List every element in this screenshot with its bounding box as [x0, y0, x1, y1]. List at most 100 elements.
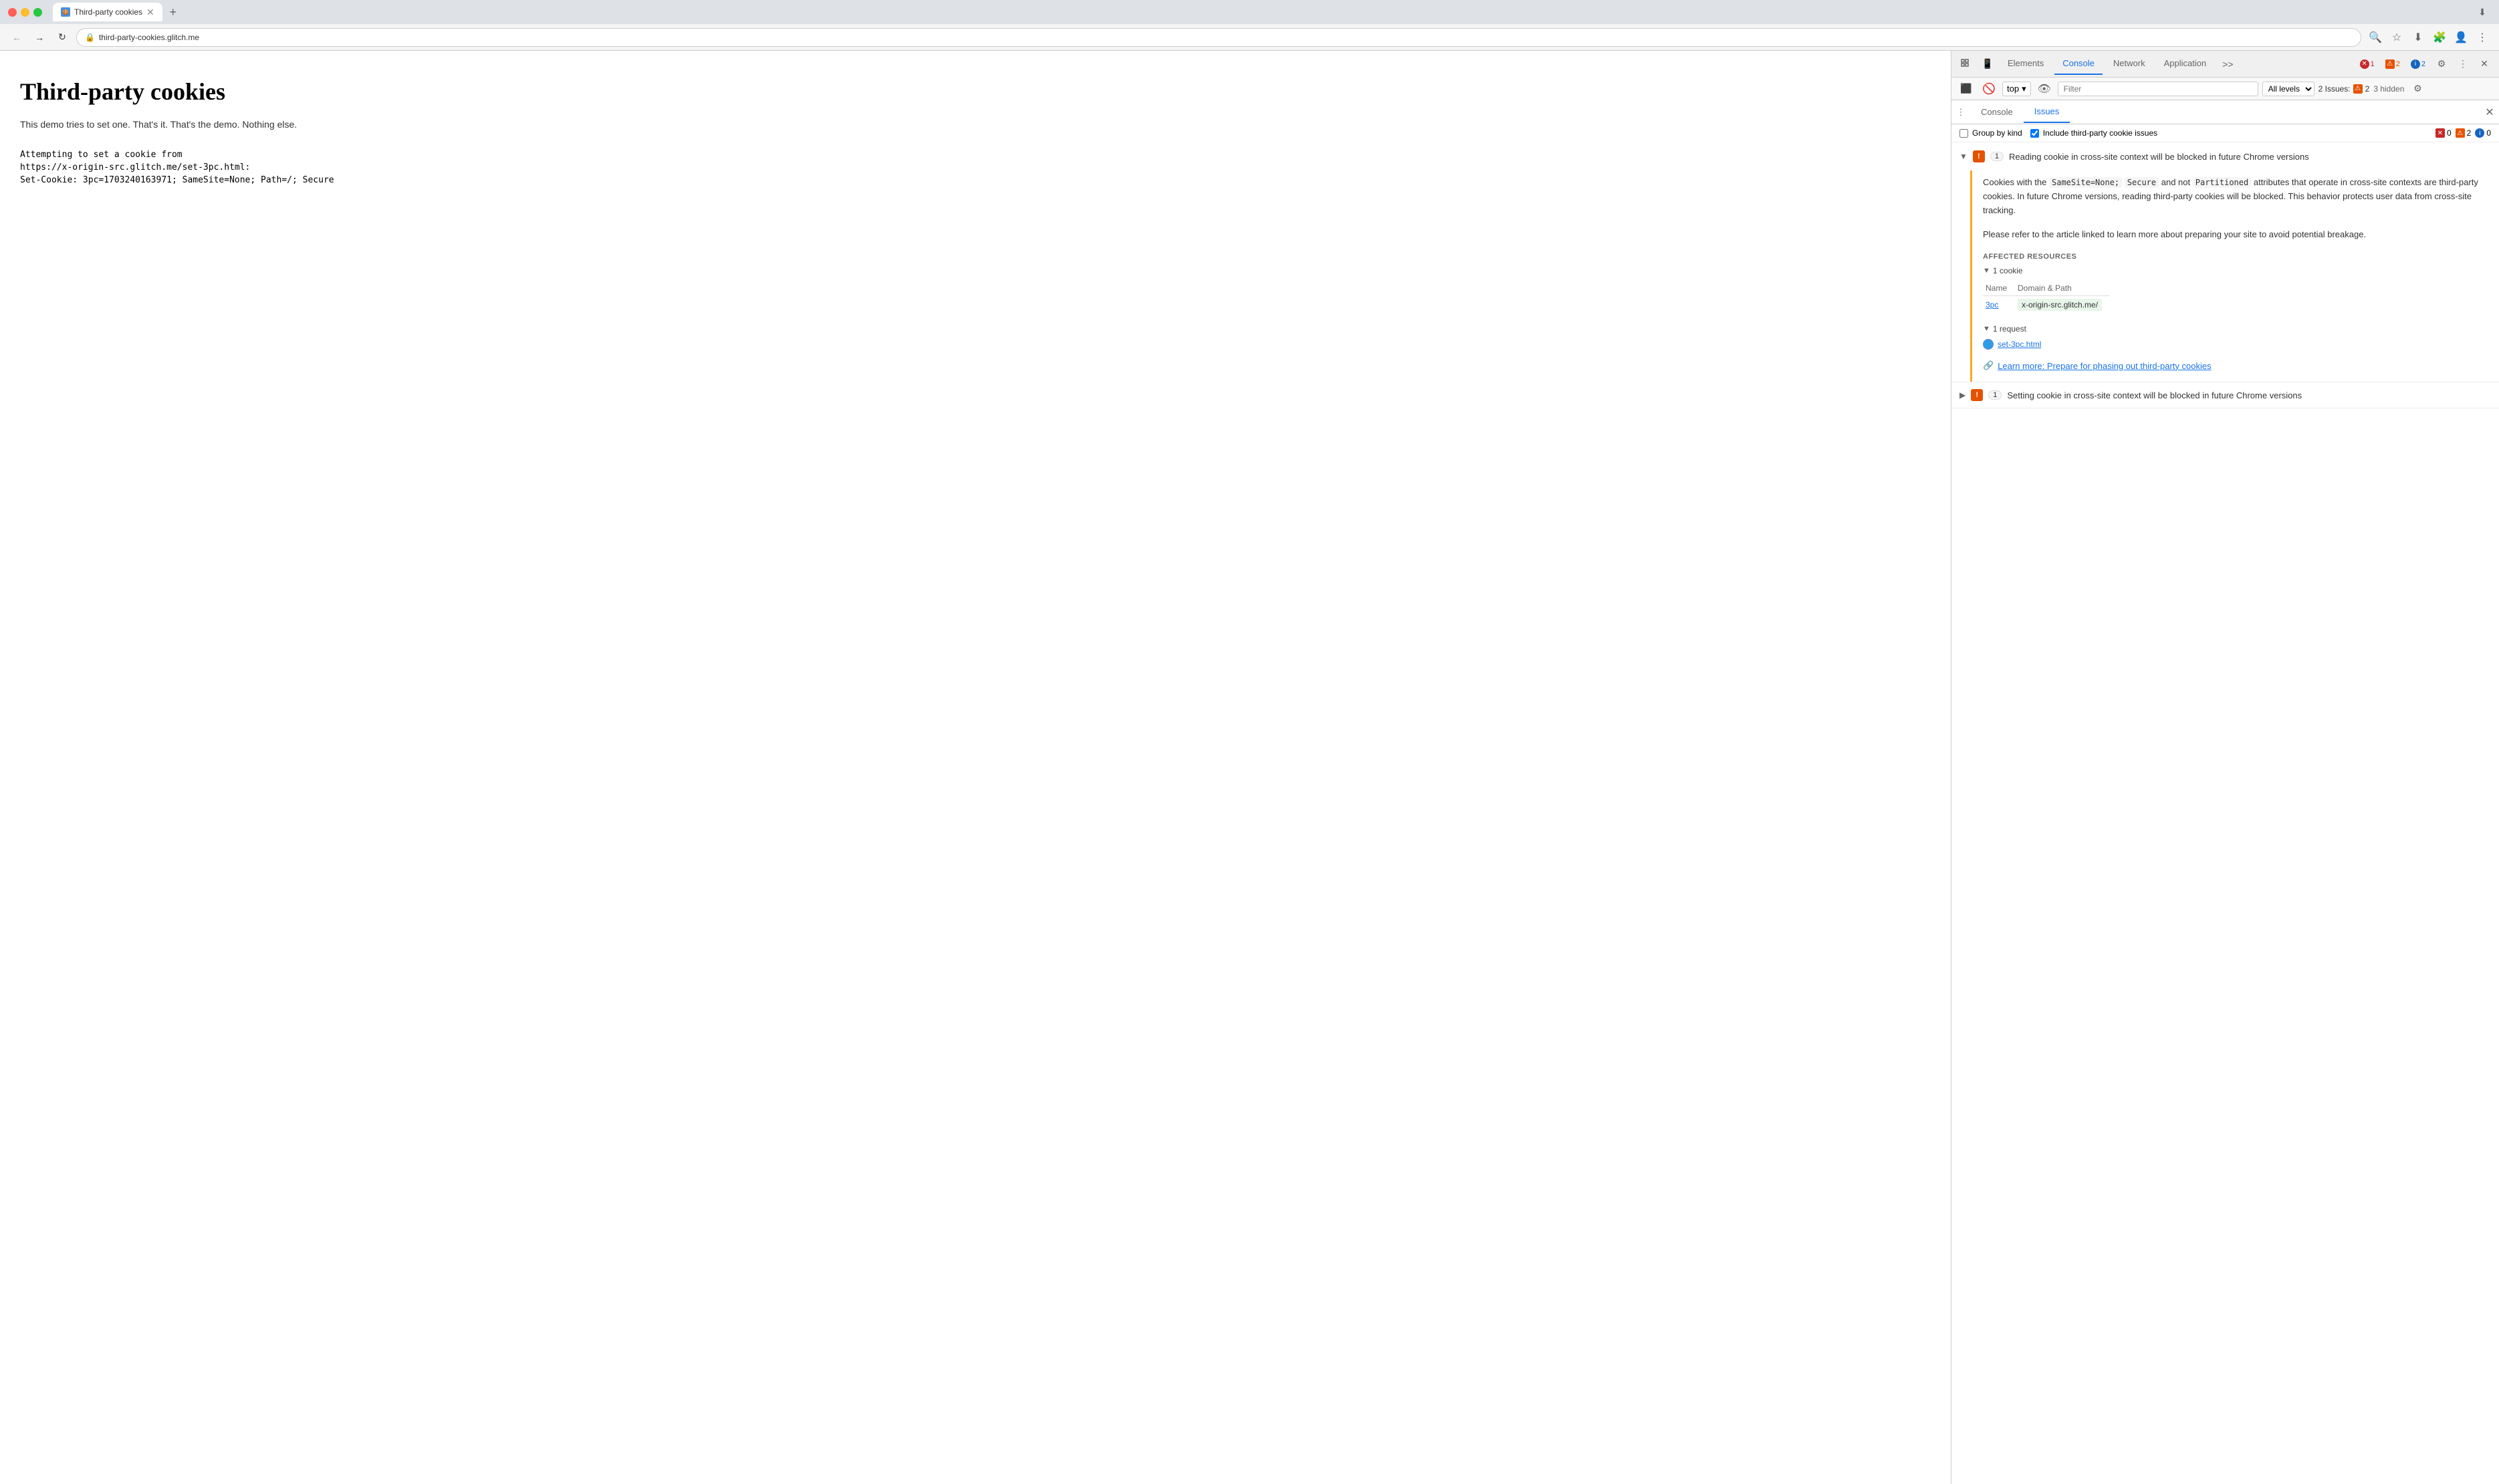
cookie-group-header[interactable]: ▼ 1 cookie	[1983, 266, 2488, 275]
include-third-party-input[interactable]	[2030, 129, 2039, 138]
cookie-table: Name Domain & Path 3pc x-origin-src.glit…	[1983, 281, 2110, 314]
tab-bar: 🍪 Third-party cookies ✕ +	[53, 3, 2468, 21]
cookie-info-line1: Attempting to set a cookie from	[20, 150, 1931, 160]
issue-header-2[interactable]: ▶ ! 1 Setting cookie in cross-site conte…	[1951, 382, 2499, 408]
devtools-panel: 📱 Elements Console Network Application >…	[1951, 51, 2499, 1484]
group-by-kind-checkbox[interactable]: Group by kind	[1959, 128, 2022, 138]
error-icon: ✕	[2360, 59, 2369, 69]
mini-info-count: i 0	[2475, 128, 2491, 138]
learn-more-link[interactable]: Learn more: Prepare for phasing out thir…	[1998, 361, 2211, 371]
maximize-button[interactable]	[33, 8, 42, 17]
request-link[interactable]: set-3pc.html	[1998, 340, 2041, 349]
request-item-1: 🌐 set-3pc.html	[1983, 339, 2488, 350]
reload-button[interactable]: ↻	[53, 29, 71, 46]
mini-info-icon: i	[2475, 128, 2484, 138]
issue-chevron-1[interactable]: ▼	[1959, 152, 1968, 161]
profile-button[interactable]: 👤	[2452, 29, 2470, 46]
issues-warning-icon: ⚠	[2353, 84, 2363, 94]
new-tab-button[interactable]: +	[165, 4, 181, 20]
menu-button[interactable]: ⋮	[2474, 29, 2491, 46]
tab-console[interactable]: Console	[1970, 102, 2024, 122]
issue-chevron-2[interactable]: ▶	[1959, 390, 1966, 400]
context-label: top	[2007, 84, 2019, 94]
group-by-kind-label: Group by kind	[1972, 128, 2022, 138]
cookie-name-link[interactable]: 3pc	[1986, 300, 1998, 310]
learn-more: 🔗 Learn more: Prepare for phasing out th…	[1983, 360, 2488, 371]
download-button[interactable]: ⬇	[2409, 29, 2427, 46]
issue-warning-icon-2: !	[1971, 389, 1983, 401]
back-button[interactable]: ←	[8, 29, 25, 46]
tab-issues[interactable]: Issues	[2024, 101, 2070, 123]
address-bar[interactable]: 🔒 third-party-cookies.glitch.me	[76, 28, 2361, 47]
tab-close-button[interactable]: ✕	[146, 7, 154, 18]
affected-resources-label: AFFECTED RESOURCES	[1983, 253, 2488, 261]
context-dropdown[interactable]: top ▾	[2002, 82, 2031, 96]
browser-tab[interactable]: 🍪 Third-party cookies ✕	[53, 3, 162, 21]
issue-description-1b: Please refer to the article linked to le…	[1983, 228, 2488, 242]
mini-error-num: 0	[2447, 128, 2452, 138]
request-resource-group: ▼ 1 request 🌐 set-3pc.html	[1983, 324, 2488, 350]
warning-icon: ⚠	[2385, 59, 2395, 69]
level-dropdown[interactable]: All levels	[2262, 82, 2314, 96]
warning-count: 2	[2396, 60, 2400, 68]
issues-tabs: ⋮ Console Issues ✕	[1951, 100, 2499, 124]
devtools-more-tabs[interactable]: >>	[2217, 56, 2238, 72]
mini-error-icon: ✕	[2435, 128, 2445, 138]
devtools-settings-icon[interactable]: ⚙	[2432, 55, 2451, 74]
restore-down-button[interactable]: ⬇	[2474, 3, 2491, 21]
info-count: 2	[2421, 60, 2425, 68]
issues-tab-menu[interactable]: ⋮	[1951, 103, 1970, 122]
devtools-inspect-icon[interactable]	[1957, 55, 1976, 74]
minimize-button[interactable]	[21, 8, 29, 17]
include-third-party-checkbox[interactable]: Include third-party cookie issues	[2030, 128, 2157, 138]
devtools-tab-application[interactable]: Application	[2156, 53, 2215, 75]
affected-resources: AFFECTED RESOURCES ▼ 1 cookie	[1983, 253, 2488, 350]
cookie-info-line3: Set-Cookie: 3pc=1703240163971; SameSite=…	[20, 175, 1931, 185]
cookie-info: Attempting to set a cookie from https://…	[20, 150, 1931, 185]
devtools-toolbar: 📱 Elements Console Network Application >…	[1951, 51, 2499, 78]
mini-warning-icon: ⚠	[2456, 128, 2465, 138]
issue-count-badge-1: 1	[1990, 152, 2004, 161]
issue-title-2: Setting cookie in cross-site context wil…	[2007, 390, 2302, 400]
console-filter-input[interactable]	[2058, 82, 2258, 96]
cookie-info-line2: https://x-origin-src.glitch.me/set-3pc.h…	[20, 162, 1931, 172]
eye-icon[interactable]: 👁	[2035, 80, 2054, 98]
devtools-tab-network[interactable]: Network	[2105, 53, 2153, 75]
devtools-more-options-icon[interactable]: ⋮	[2454, 55, 2472, 74]
request-group-label: 1 request	[1993, 324, 2026, 334]
bookmark-button[interactable]: ☆	[2388, 29, 2405, 46]
cookie-group-label: 1 cookie	[1993, 266, 2023, 275]
error-badge[interactable]: ✕ 1	[2356, 58, 2379, 70]
request-globe-icon: 🌐	[1983, 339, 1994, 350]
issue-description-1a: Cookies with the SameSite=None; Secure a…	[1983, 176, 2488, 217]
devtools-toolbar2: ⬛ 🚫 top ▾ 👁 All levels 2 Issues: ⚠ 2 3 h…	[1951, 78, 2499, 100]
filter-settings-icon[interactable]: ⚙	[2408, 80, 2427, 98]
error-count: 1	[2371, 60, 2375, 68]
dropdown-chevron-icon: ▾	[2022, 84, 2026, 94]
issues-mini-counts: ✕ 0 ⚠ 2 i 0	[2435, 128, 2491, 138]
devtools-device-icon[interactable]: 📱	[1978, 55, 1997, 74]
info-badge[interactable]: i 2	[2407, 58, 2429, 70]
col-domain: Domain & Path	[2015, 281, 2110, 296]
browser-window: 🍪 Third-party cookies ✕ + ⬇ ← → ↻ 🔒 thir…	[0, 0, 2499, 1484]
devtools-tab-console[interactable]: Console	[2054, 53, 2103, 75]
zoom-button[interactable]: 🔍	[2367, 29, 2384, 46]
cookie-row-1: 3pc x-origin-src.glitch.me/	[1983, 296, 2110, 314]
devtools-tab-elements[interactable]: Elements	[2000, 53, 2052, 75]
request-group-header[interactable]: ▼ 1 request	[1983, 324, 2488, 334]
issues-options-bar: Group by kind Include third-party cookie…	[1951, 124, 2499, 142]
issues-panel-close-button[interactable]: ✕	[2480, 103, 2499, 122]
issue-count-badge-2: 1	[1988, 390, 2002, 400]
sidebar-toggle-icon[interactable]: ⬛	[1957, 80, 1976, 98]
close-button[interactable]	[8, 8, 17, 17]
warning-badge[interactable]: ⚠ 2	[2381, 58, 2404, 70]
include-third-party-label: Include third-party cookie issues	[2043, 128, 2157, 138]
forward-button[interactable]: →	[31, 29, 48, 46]
nav-actions: 🔍 ☆ ⬇ 🧩 👤 ⋮	[2367, 29, 2491, 46]
devtools-close-button[interactable]: ✕	[2475, 55, 2494, 74]
issue-header-1[interactable]: ▼ ! 1 Reading cookie in cross-site conte…	[1951, 142, 2499, 170]
extensions-button[interactable]: 🧩	[2431, 29, 2448, 46]
clear-console-icon[interactable]: 🚫	[1980, 80, 1998, 98]
group-by-kind-input[interactable]	[1959, 129, 1968, 138]
info-icon: i	[2411, 59, 2420, 69]
